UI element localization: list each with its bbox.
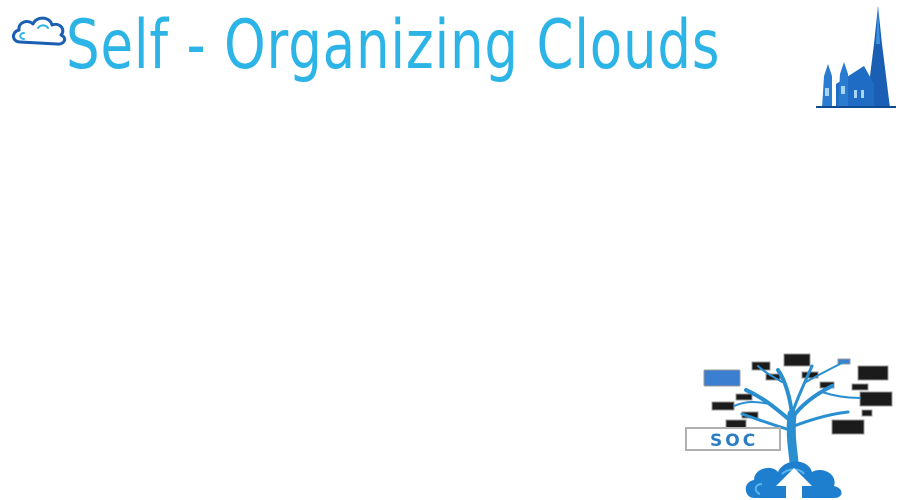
cloud-logo-icon [12, 16, 67, 46]
cathedral-icon [816, 6, 896, 108]
slide-title: Self - Organizing Clouds [66, 6, 721, 85]
soc-tree-network-illustration: SOC [685, 353, 893, 498]
slide: Self - Organizing Clouds SOC [0, 0, 900, 500]
soc-label: SOC [710, 431, 758, 451]
device-screens [703, 353, 893, 435]
